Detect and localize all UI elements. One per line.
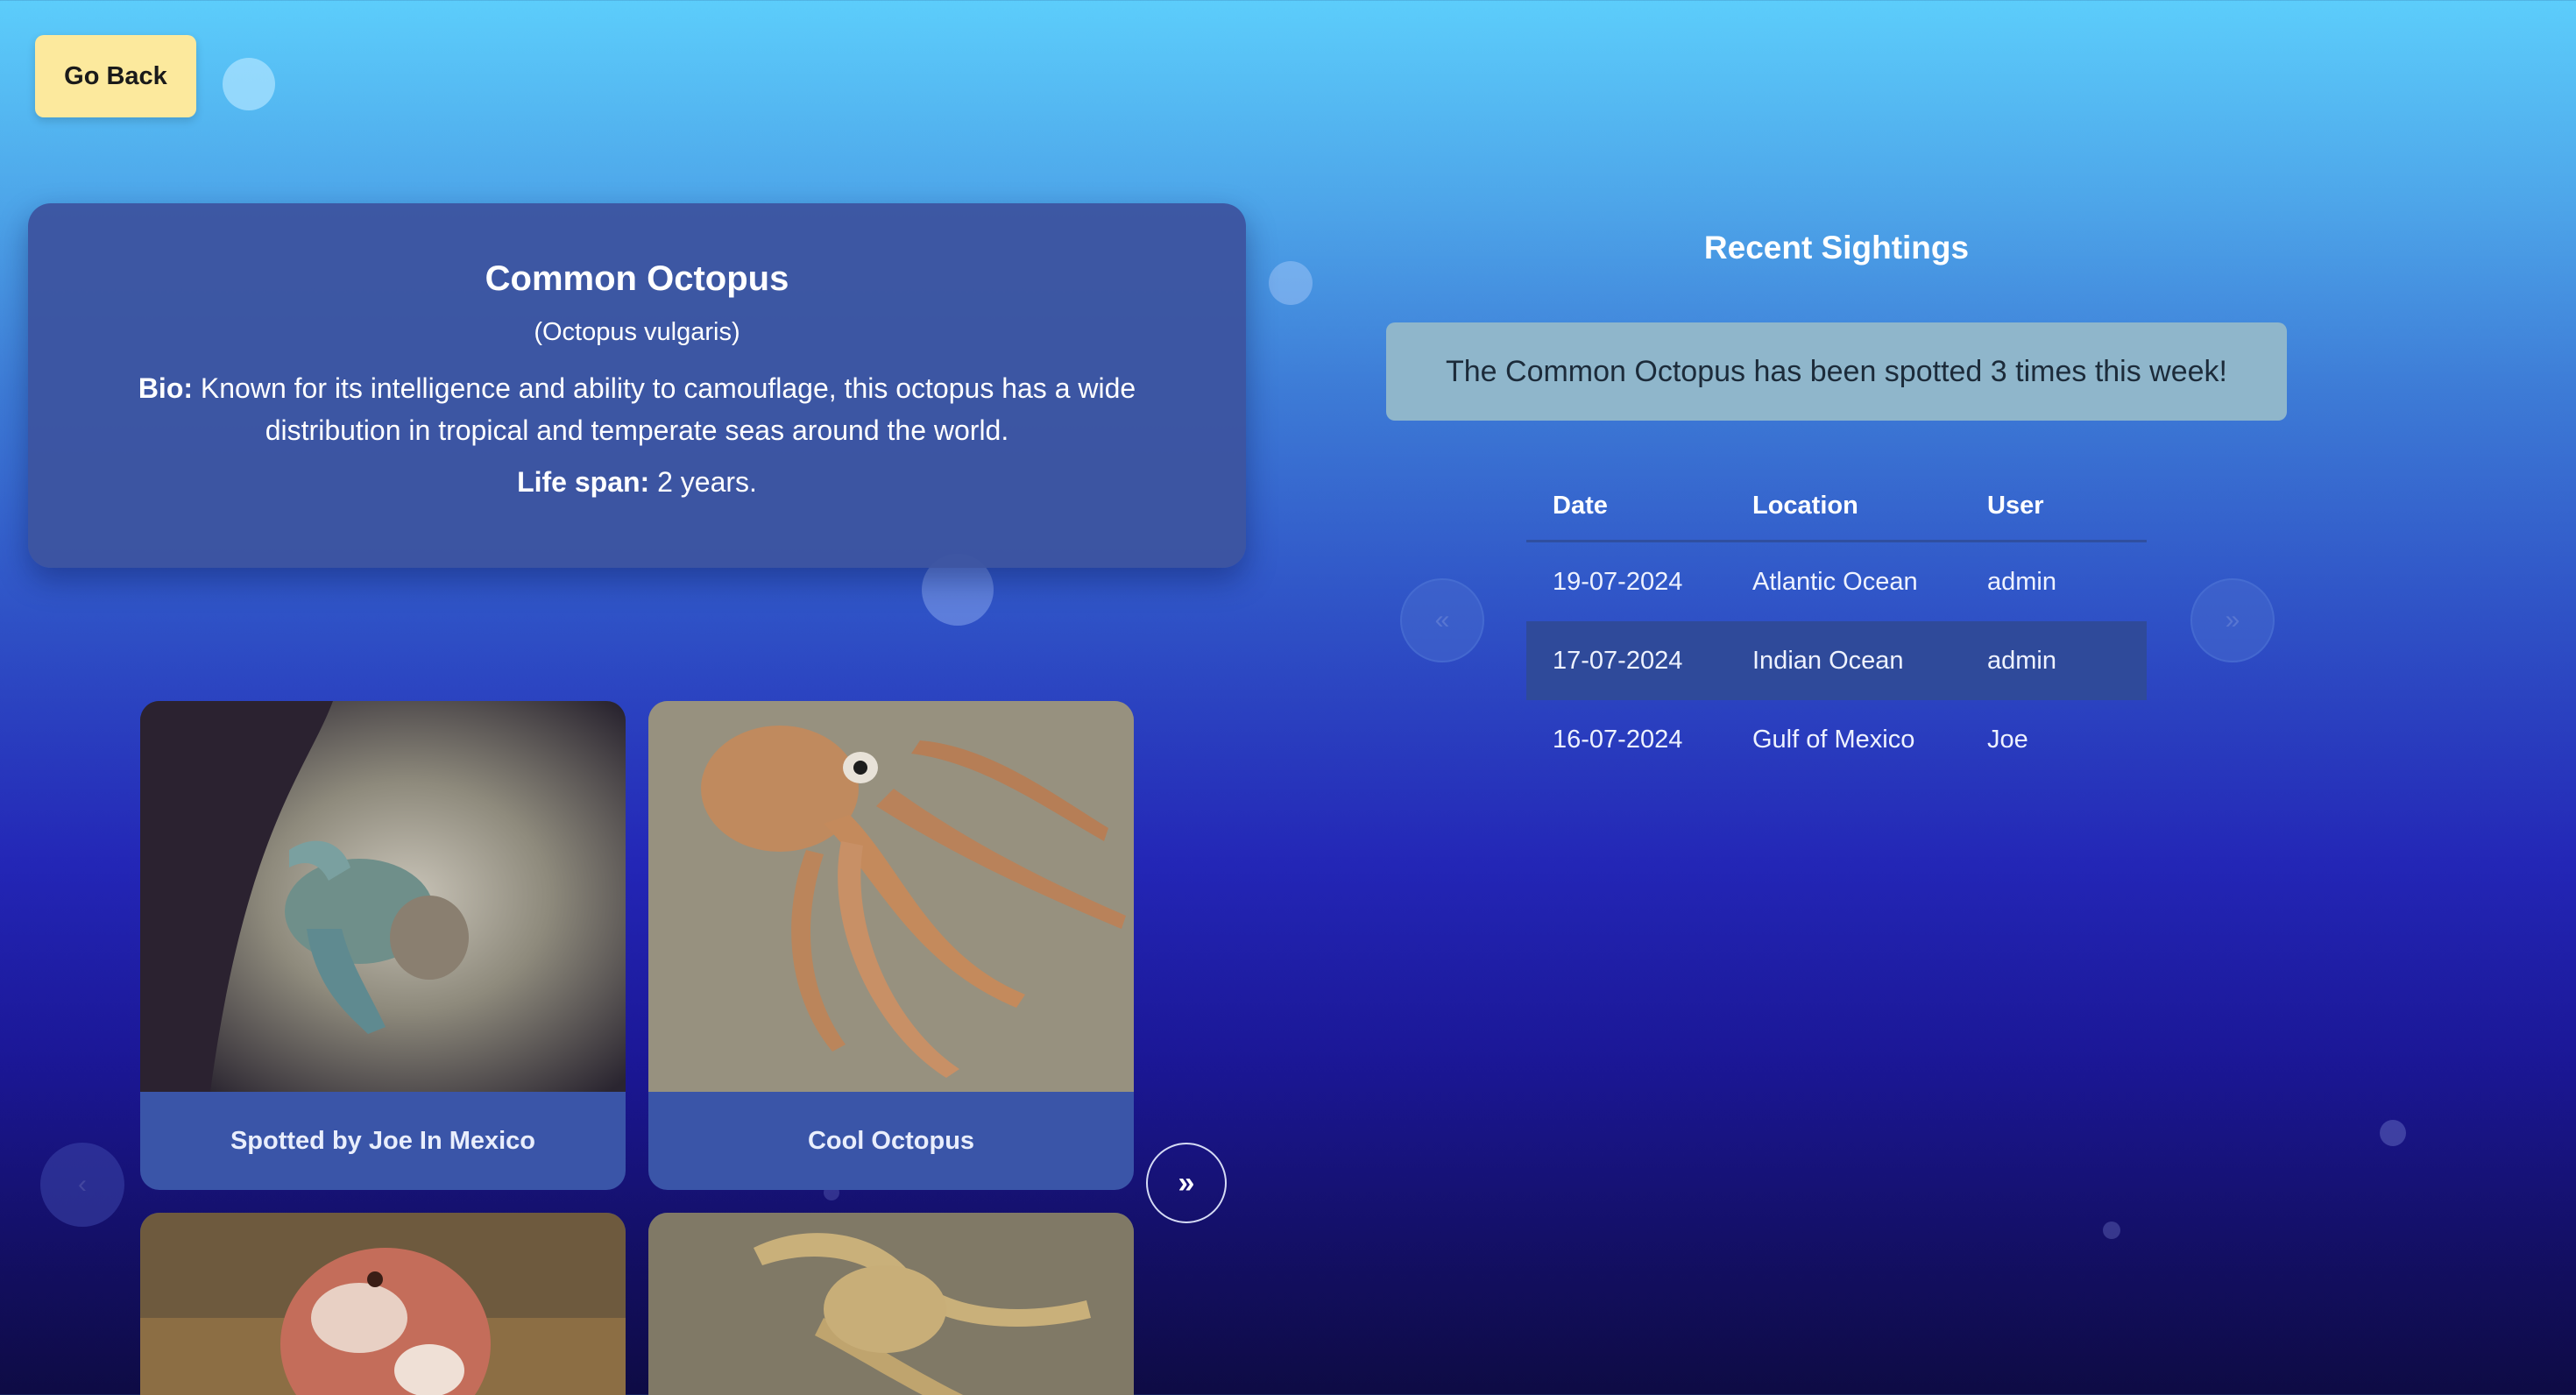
bubble-decoration (223, 58, 275, 110)
table-row[interactable]: 16-07-2024 Gulf of Mexico Joe (1526, 700, 2147, 779)
gallery-card[interactable]: Cool Octopus (648, 701, 1134, 1190)
sighting-date: 16-07-2024 (1553, 725, 1683, 754)
sighting-user: admin (1987, 567, 2056, 596)
gallery-next-button[interactable]: » (1146, 1143, 1227, 1223)
sighting-location: Indian Ocean (1726, 621, 1961, 700)
gallery-card[interactable] (648, 1213, 1134, 1395)
sightings-alert: The Common Octopus has been spotted 3 ti… (1386, 322, 2287, 421)
species-scientific-name: (Octopus vulgaris) (534, 318, 740, 346)
column-header-location: Location (1726, 471, 1961, 542)
lifespan-value: 2 years. (657, 465, 757, 498)
gallery-prev-button[interactable]: ‹ (40, 1143, 124, 1227)
species-lifespan: Life span: 2 years. (28, 465, 1246, 499)
sighting-location: Atlantic Ocean (1752, 567, 1918, 596)
species-bio: Bio: Known for its intelligence and abil… (94, 367, 1180, 451)
sighting-date: 17-07-2024 (1526, 621, 1726, 700)
octopus-photo (648, 1213, 1134, 1395)
go-back-button[interactable]: Go Back (35, 35, 196, 117)
gallery-card[interactable]: Spotted by Joe In Mexico (140, 701, 626, 1190)
sightings-next-button[interactable]: » (2190, 578, 2275, 662)
table-header-row: Date Location User (1526, 471, 2147, 542)
sighting-location: Gulf of Mexico (1752, 725, 1915, 754)
sighting-user: admin (1961, 621, 2147, 700)
table-row[interactable]: 19-07-2024 Atlantic Ocean admin (1526, 542, 2147, 622)
sightings-prev-button[interactable]: « (1400, 578, 1484, 662)
bubble-decoration (2380, 1120, 2406, 1146)
lifespan-label: Life span: (517, 465, 650, 498)
octopus-photo (140, 701, 626, 1092)
photo-caption: Spotted by Joe In Mexico (230, 1126, 536, 1155)
photo-caption: Cool Octopus (807, 1126, 975, 1155)
bubble-decoration (1269, 261, 1313, 305)
species-name: Common Octopus (485, 259, 789, 298)
bio-label: Bio: (138, 372, 194, 404)
octopus-photo (140, 1213, 626, 1395)
sightings-title: Recent Sightings (1703, 230, 1970, 266)
column-header-user: User (1961, 471, 2147, 542)
gallery-card[interactable] (140, 1213, 626, 1395)
octopus-photo (648, 701, 1134, 1092)
bio-text: Known for its intelligence and ability t… (200, 372, 1136, 446)
column-header-date: Date (1526, 471, 1726, 542)
table-row[interactable]: 17-07-2024 Indian Ocean admin (1526, 621, 2147, 700)
bubble-decoration (2103, 1222, 2120, 1239)
species-info-card: Common Octopus (Octopus vulgaris) Bio: K… (28, 203, 1246, 568)
sighting-date: 19-07-2024 (1553, 567, 1683, 596)
sighting-user: Joe (1987, 725, 2028, 754)
sightings-table: Date Location User 19-07-2024 Atlantic O… (1526, 471, 2147, 779)
